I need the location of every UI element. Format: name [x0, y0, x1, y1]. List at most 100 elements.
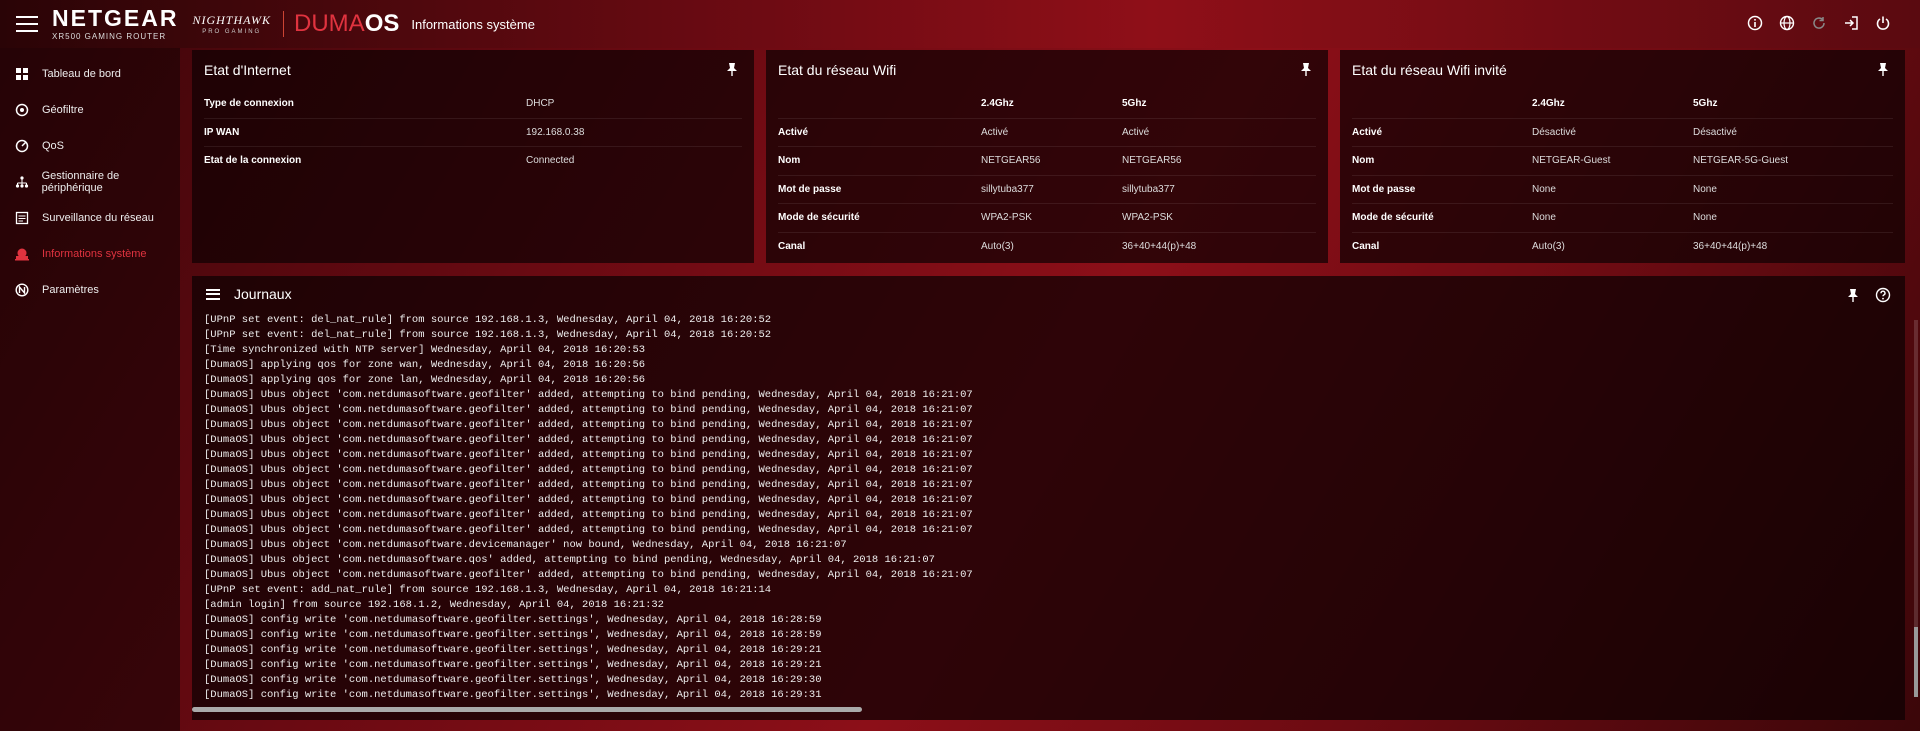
- sidebar-item-settings[interactable]: Paramètres: [0, 272, 180, 308]
- menu-icon[interactable]: [16, 16, 38, 32]
- log-line: [DumaOS] Ubus object 'com.netdumasoftwar…: [204, 479, 973, 491]
- log-line: [DumaOS] Ubus object 'com.netdumasoftwar…: [204, 464, 973, 476]
- vertical-scrollbar-thumb[interactable]: [1914, 627, 1918, 697]
- sidebar-item-geofilter[interactable]: Géofiltre: [0, 92, 180, 128]
- row-value-5: 36+40+44(p)+48: [1122, 240, 1197, 252]
- table-header: 2.4Ghz 5Ghz: [1352, 90, 1893, 118]
- sidebar-item-dashboard[interactable]: Tableau de bord: [0, 56, 180, 92]
- dashboard-icon: [14, 66, 30, 82]
- row-label: Nom: [778, 155, 801, 167]
- help-icon[interactable]: [1875, 287, 1891, 303]
- log-line: [UPnP set event: add_nat_rule] from sour…: [204, 584, 772, 596]
- sidebar-item-qos[interactable]: QoS: [0, 128, 180, 164]
- router-model: XR500 GAMING ROUTER: [52, 32, 167, 41]
- top-bar: NETGEAR XR500 GAMING ROUTER NIGHTHAWK PR…: [0, 0, 1920, 48]
- row-label: Type de connexion: [204, 98, 294, 110]
- log-line: [UPnP set event: del_nat_rule] from sour…: [204, 314, 772, 326]
- row-label: Mode de sécurité: [778, 212, 860, 224]
- logs-content[interactable]: [UPnP set event: del_nat_rule] from sour…: [204, 313, 1885, 700]
- pin-icon[interactable]: [1847, 288, 1861, 304]
- row-label: Canal: [1352, 240, 1380, 252]
- row-value-5: NETGEAR-5G-Guest: [1693, 155, 1789, 167]
- table-row: Mode de sécurité None None: [1352, 203, 1893, 232]
- log-line: [DumaOS] Ubus object 'com.netdumasoftwar…: [204, 434, 973, 446]
- pin-icon[interactable]: [1300, 62, 1314, 78]
- globe-icon[interactable]: [1778, 14, 1796, 32]
- sidebar-item-system-info[interactable]: Informations système: [0, 236, 180, 272]
- logout-icon[interactable]: [1842, 14, 1860, 32]
- row-label: Activé: [1352, 126, 1383, 138]
- logs-menu-icon[interactable]: [206, 288, 220, 300]
- panel-title: Etat d'Internet: [204, 62, 291, 78]
- row-value-24: sillytuba377: [981, 183, 1034, 195]
- row-value-5: 36+40+44(p)+48: [1693, 240, 1768, 252]
- header-divider: [283, 11, 285, 37]
- table-row: Etat de la connexion Connected: [204, 146, 742, 175]
- row-value-24: None: [1532, 212, 1556, 224]
- log-line: [DumaOS] config write 'com.netdumasoftwa…: [204, 689, 822, 700]
- row-value-5: NETGEAR56: [1122, 155, 1182, 167]
- row-value: 192.168.0.38: [526, 126, 585, 138]
- horizontal-scrollbar[interactable]: [192, 707, 862, 712]
- row-value-24: Auto(3): [981, 240, 1014, 252]
- table-row: Nom NETGEAR-Guest NETGEAR-5G-Guest: [1352, 146, 1893, 175]
- wifi-table: 2.4Ghz 5Ghz Activé Activé Activé Nom NET…: [778, 90, 1316, 260]
- log-line: [DumaOS] Ubus object 'com.netdumasoftwar…: [204, 539, 847, 551]
- log-line: [DumaOS] applying qos for zone lan, Wedn…: [204, 374, 646, 386]
- log-line: [DumaOS] Ubus object 'com.netdumasoftwar…: [204, 449, 973, 461]
- row-value-5: Activé: [1122, 126, 1150, 138]
- table-row: IP WAN 192.168.0.38: [204, 117, 742, 147]
- logs-panel: Journaux [UPnP set event: del_nat_rule] …: [192, 276, 1905, 720]
- geofilter-icon: [14, 102, 30, 118]
- table-header: 2.4Ghz 5Ghz: [778, 90, 1316, 118]
- logs-title: Journaux: [234, 286, 292, 302]
- pin-icon[interactable]: [1877, 62, 1891, 78]
- log-line: [admin login] from source 192.168.1.2, W…: [204, 599, 664, 611]
- row-value-24: NETGEAR56: [981, 155, 1041, 167]
- page-title: Informations système: [411, 16, 535, 32]
- sidebar: Tableau de bord Géofiltre QoS Gestionnai…: [0, 48, 180, 731]
- pro-gaming-text: PRO GAMING: [202, 28, 262, 35]
- qos-icon: [14, 138, 30, 154]
- vertical-scrollbar-track[interactable]: [1914, 320, 1918, 660]
- table-row: Activé Activé Activé: [778, 117, 1316, 147]
- nighthawk-logo: NIGHTHAWK PRO GAMING: [192, 14, 271, 35]
- panel-title: Etat du réseau Wifi invité: [1352, 62, 1507, 78]
- row-label: Mode de sécurité: [1352, 212, 1434, 224]
- table-row: Mot de passe sillytuba377 sillytuba377: [778, 174, 1316, 204]
- log-line: [DumaOS] config write 'com.netdumasoftwa…: [204, 614, 822, 626]
- sidebar-item-label: Géofiltre: [42, 104, 84, 116]
- device-manager-icon: [14, 174, 30, 190]
- column-header: 2.4Ghz: [1532, 98, 1565, 110]
- row-label: Activé: [778, 126, 809, 138]
- sidebar-item-label: Surveillance du réseau: [42, 212, 154, 224]
- row-value-24: Auto(3): [1532, 240, 1565, 252]
- row-value-24: None: [1532, 183, 1556, 195]
- table-row: Type de connexion DHCP: [204, 90, 742, 118]
- nighthawk-text: NIGHTHAWK: [192, 12, 272, 27]
- row-value-24: WPA2-PSK: [981, 212, 1032, 224]
- internet-status-panel: Etat d'Internet Type de connexion DHCP I…: [192, 50, 754, 263]
- guest-wifi-table: 2.4Ghz 5Ghz Activé Désactivé Désactivé N…: [1352, 90, 1893, 260]
- table-row: Canal Auto(3) 36+40+44(p)+48: [1352, 231, 1893, 261]
- sidebar-item-label: Paramètres: [42, 284, 99, 296]
- sidebar-item-network-monitor[interactable]: Surveillance du réseau: [0, 200, 180, 236]
- settings-icon: [14, 282, 30, 298]
- row-value-5: None: [1693, 212, 1717, 224]
- duma-text: DUMA: [294, 10, 365, 37]
- log-line: [DumaOS] applying qos for zone wan, Wedn…: [204, 359, 646, 371]
- sidebar-item-device-manager[interactable]: Gestionnaire de périphérique: [0, 164, 180, 200]
- log-line: [DumaOS] Ubus object 'com.netdumasoftwar…: [204, 569, 973, 581]
- column-header: 5Ghz: [1693, 98, 1718, 110]
- info-icon[interactable]: [1746, 14, 1764, 32]
- brand-name: NETGEAR: [52, 5, 179, 31]
- pin-icon[interactable]: [726, 62, 740, 78]
- table-row: Activé Désactivé Désactivé: [1352, 117, 1893, 147]
- log-line: [DumaOS] Ubus object 'com.netdumasoftwar…: [204, 419, 973, 431]
- refresh-icon[interactable]: [1810, 14, 1828, 32]
- system-info-icon: [14, 246, 30, 262]
- log-line: [DumaOS] config write 'com.netdumasoftwa…: [204, 659, 822, 671]
- power-icon[interactable]: [1874, 14, 1892, 32]
- row-value-5: Désactivé: [1693, 126, 1737, 138]
- network-monitor-icon: [14, 210, 30, 226]
